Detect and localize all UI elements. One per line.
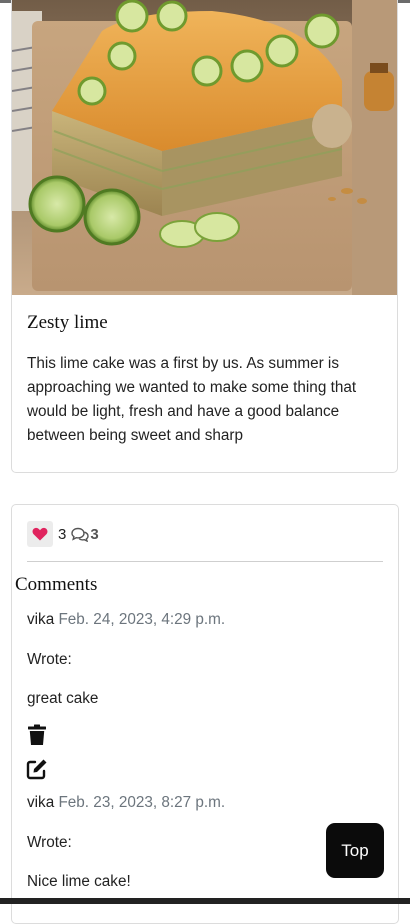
post-image	[12, 0, 397, 295]
comment-count: 3	[90, 525, 99, 543]
delete-comment-button[interactable]	[26, 724, 48, 748]
comment-date: Feb. 23, 2023, 8:27 p.m.	[58, 794, 226, 811]
comment-meta: vika Feb. 24, 2023, 4:29 p.m.	[27, 611, 225, 629]
comment-author: vika	[27, 794, 55, 811]
comments-icon	[71, 527, 90, 542]
trash-icon	[28, 724, 46, 745]
post-body: This lime cake was a first by us. As sum…	[27, 355, 357, 444]
like-button[interactable]	[27, 521, 53, 547]
comment-wrote-label: Wrote:	[27, 651, 72, 668]
comment-text: Nice lime cake!	[27, 873, 131, 890]
post-card: Zesty lime This lime cake was a first by…	[11, 0, 398, 473]
post-stats: 3 3	[27, 521, 99, 547]
back-to-top-button[interactable]: Top	[326, 823, 384, 878]
stats-divider	[27, 561, 383, 562]
comments-heading: Comments	[15, 574, 98, 595]
comment-wrote-label: Wrote:	[27, 834, 72, 851]
comment-date: Feb. 24, 2023, 4:29 p.m.	[58, 611, 226, 628]
post-title: Zesty lime	[27, 312, 108, 333]
heart-icon	[32, 527, 48, 541]
edit-comment-button[interactable]	[26, 758, 48, 782]
browser-bottom-edge	[0, 898, 410, 904]
edit-icon	[26, 759, 47, 780]
comment-meta: vika Feb. 23, 2023, 8:27 p.m.	[27, 794, 225, 812]
comment-author: vika	[27, 611, 55, 628]
comment-text: great cake	[27, 690, 99, 707]
like-count: 3	[58, 525, 67, 543]
